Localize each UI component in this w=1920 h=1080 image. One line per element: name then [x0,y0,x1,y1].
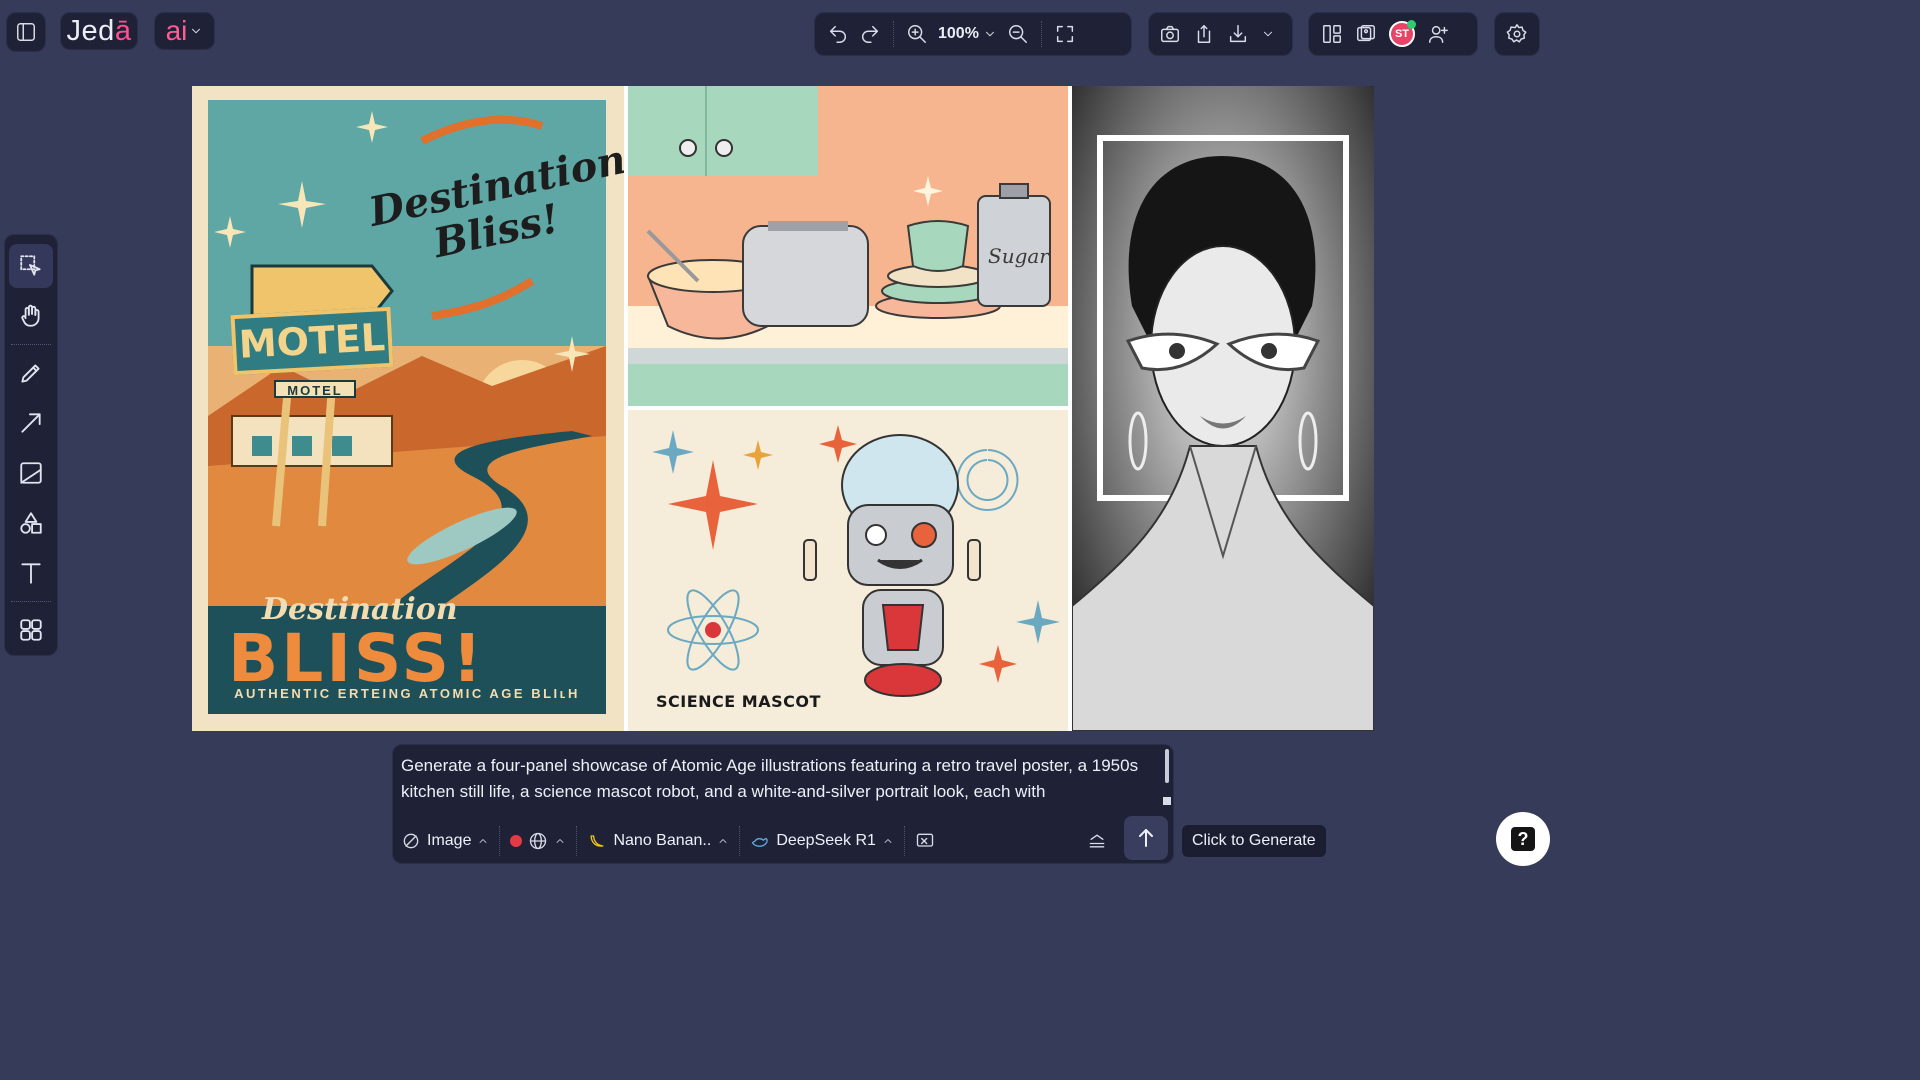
camera-icon[interactable] [1159,23,1181,45]
help-button[interactable]: ? [1496,812,1550,866]
generate-button[interactable] [1124,816,1168,860]
view-toolbar: 100% [814,12,1132,56]
sidebar-toggle-button[interactable] [6,12,46,52]
control-divider [739,826,741,856]
brand-name-accent: ā [114,14,132,47]
pencil-icon [18,360,44,386]
selection-cursor-icon [18,253,44,279]
text-model-label: DeepSeek R1 [776,832,876,849]
status-dot [510,835,523,847]
brand-logo[interactable]: Jedā [60,12,138,50]
text-model-selector[interactable]: DeepSeek R1 [750,831,894,851]
chevron-up-icon [882,835,894,847]
fit-to-screen-icon[interactable] [1054,23,1076,45]
user-initials: ST [1394,28,1410,40]
motel-subsign: MOTEL [274,380,356,398]
tool-rail [4,234,58,656]
motel-sign: MOTEL [230,306,394,376]
control-divider [903,826,905,856]
settings-button[interactable] [1494,12,1540,56]
sugar-jar-label: Sugar [988,244,1049,268]
image-generate-icon [401,831,421,851]
pencil-tool[interactable] [9,351,53,395]
toolbar-divider [1040,21,1042,47]
science-mascot-panel[interactable]: SCIENCE MASCOT [628,410,1068,731]
text-tool[interactable] [9,551,53,595]
whale-icon [750,831,770,851]
grid-icon [18,617,44,643]
upload-icon[interactable] [1193,23,1215,45]
stack-icon [1087,831,1107,851]
add-user-icon[interactable] [1427,23,1449,45]
layout-panels-icon[interactable] [1321,23,1343,45]
chevron-down-icon[interactable] [1261,27,1275,41]
banana-icon [587,831,607,851]
attach-image-button[interactable] [915,831,935,851]
ai-menu-label: ai [165,15,188,46]
export-toolbar [1148,12,1293,56]
zoom-level-dropdown[interactable]: 100% [938,25,997,43]
globe-icon [528,831,548,851]
prompt-controls: Image Nano Banan.. DeepSeek R1 [401,821,1169,861]
mode-selector[interactable]: Image [401,831,489,851]
image-attach-icon [915,831,935,851]
portrait-panel[interactable] [1072,86,1374,731]
gear-icon [1506,23,1528,45]
tool-divider [11,601,51,602]
undo-icon[interactable] [827,23,849,45]
image-frame-icon [18,460,44,486]
arrow-up-icon [1134,826,1158,850]
prompt-textarea[interactable]: Generate a four-panel showcase of Atomic… [401,753,1151,805]
kitchen-still-life-panel[interactable]: Sugar [628,86,1068,406]
control-divider [576,826,578,856]
expand-options-button[interactable] [1087,831,1107,851]
user-avatar[interactable]: ST [1389,20,1416,47]
zoom-out-icon[interactable] [1007,23,1029,45]
sidebar-panel-icon [15,21,37,43]
text-icon [18,560,44,586]
chevron-down-icon [189,24,203,38]
science-mascot-label: SCIENCE MASCOT [656,692,821,711]
web-search-toggle[interactable] [510,831,566,851]
resize-handle[interactable] [1163,797,1171,805]
shapes-icon [18,510,44,536]
ai-menu-button[interactable]: ai [154,12,215,50]
chevron-up-icon [477,835,489,847]
zoom-in-icon[interactable] [906,23,928,45]
download-icon[interactable] [1227,23,1249,45]
silver-portrait-illustration [1072,86,1374,731]
brand-name: Jed [66,14,115,47]
tool-divider [11,344,51,345]
prompt-panel: Generate a four-panel showcase of Atomic… [392,744,1174,864]
poster-footer-tagline: AUTHENTIC ERTEING ATOMIC AGE BLIʟH [234,686,580,701]
generate-tooltip: Click to Generate [1182,825,1326,857]
components-tool[interactable] [9,608,53,652]
canvas-artboard[interactable]: Destination Bliss! MOTEL MOTEL Destinati… [192,86,1374,731]
chevron-down-icon [983,27,997,41]
arrow-tool[interactable] [9,401,53,445]
redo-icon[interactable] [859,23,881,45]
hand-icon [18,303,44,329]
travel-poster-panel[interactable]: Destination Bliss! MOTEL MOTEL Destinati… [192,86,624,731]
pan-tool[interactable] [9,294,53,338]
question-icon: ? [1511,827,1535,851]
prompt-scrollbar[interactable] [1165,749,1169,783]
chevron-up-icon [717,835,729,847]
select-tool[interactable] [9,244,53,288]
zoom-level-value: 100% [938,25,979,42]
collaboration-toolbar: ST [1308,12,1478,56]
image-compare-icon[interactable] [1355,23,1377,45]
image-tool[interactable] [9,451,53,495]
shapes-tool[interactable] [9,501,53,545]
chevron-up-icon [554,835,566,847]
control-divider [499,826,501,856]
toolbar-divider [893,21,894,47]
robot-illustration [652,425,1060,697]
image-model-label: Nano Banan.. [613,832,712,849]
mode-label: Image [427,832,472,849]
arrow-icon [18,410,44,436]
image-model-selector[interactable]: Nano Banan.. [587,831,729,851]
online-status-dot [1407,20,1416,29]
